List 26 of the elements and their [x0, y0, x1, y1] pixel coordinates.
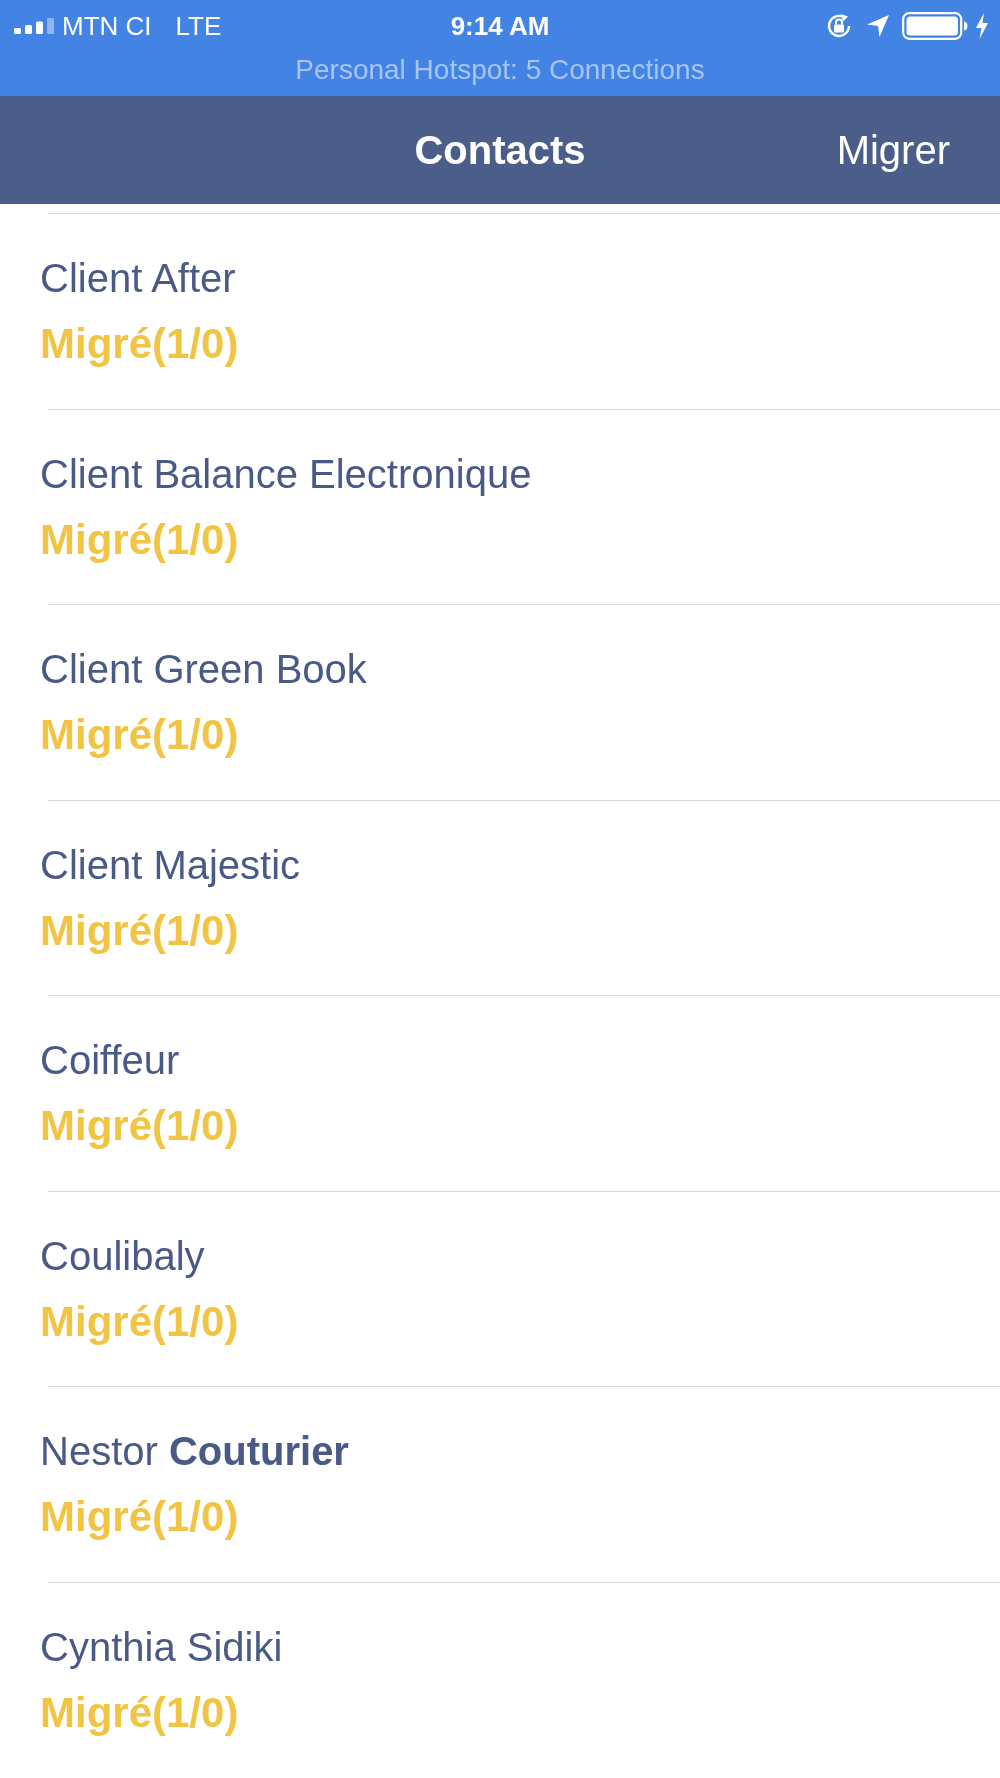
- contact-name[interactable]: Cynthia Sidiki: [40, 1622, 283, 1671]
- contact-name[interactable]: Client Green Book: [40, 645, 367, 693]
- migration-status: Migré(1/0): [40, 1687, 239, 1738]
- charging-bolt-icon: [975, 13, 989, 39]
- screen-title: Contacts: [414, 127, 586, 174]
- migration-status: Migré(1/0): [40, 319, 239, 369]
- migration-status: Migré(1/0): [40, 1296, 239, 1347]
- migration-status: Migré(1/0): [40, 905, 239, 956]
- contact-name[interactable]: Client Majestic: [40, 840, 301, 889]
- migrate-button[interactable]: Migrer: [828, 122, 958, 178]
- signal-icon: [14, 18, 54, 34]
- network-type: LTE: [175, 11, 222, 41]
- location-arrow-icon: [866, 14, 890, 38]
- migration-status: Migré(1/0): [40, 1492, 239, 1542]
- rotation-lock-icon: [825, 12, 853, 40]
- migration-status: Migré(1/0): [40, 710, 239, 760]
- migration-status: Migré(1/0): [40, 1101, 239, 1151]
- contact-name[interactable]: Nestor Couturier: [40, 1427, 349, 1475]
- carrier-name: MTN CI: [62, 11, 152, 41]
- contact-name[interactable]: Client Balance Electronique: [40, 449, 532, 498]
- clock-time: 9:14 AM: [450, 11, 550, 41]
- contact-name[interactable]: Client After: [40, 254, 236, 302]
- contact-name[interactable]: Coiffeur: [40, 1036, 180, 1084]
- battery-icon: [902, 12, 968, 40]
- contact-name[interactable]: Coulibaly: [40, 1231, 205, 1280]
- migration-status: Migré(1/0): [40, 514, 239, 565]
